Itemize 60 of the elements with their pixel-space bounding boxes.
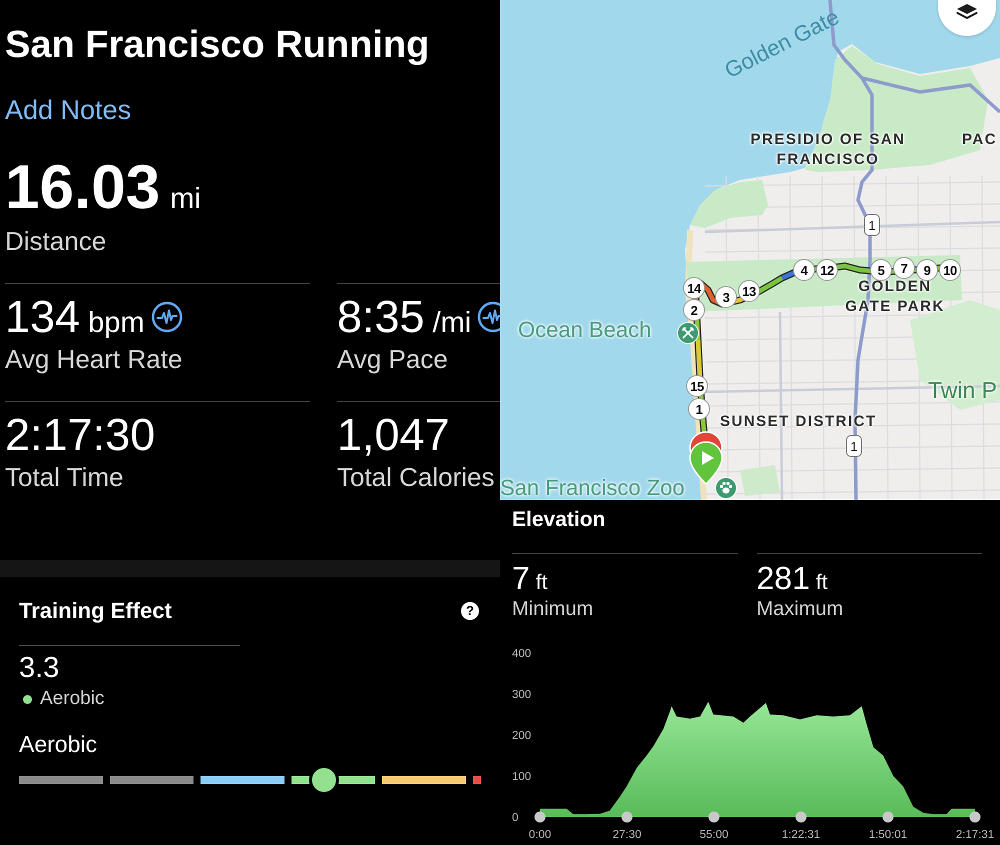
y-tick-label: 200	[512, 730, 532, 742]
x-tick-label: 55:00	[700, 829, 728, 841]
map-label: San Francisco Zoo	[500, 476, 685, 500]
stat-value: 1,047	[337, 411, 450, 459]
map-label: PRESIDIO OF SAN FRANCISCO	[749, 130, 907, 170]
park-area	[740, 465, 780, 496]
stat-value: 134	[5, 293, 80, 341]
x-tick-label: 0:00	[528, 829, 552, 841]
stat-unit: bpm	[88, 307, 145, 340]
map-label: Ocean Beach	[518, 318, 652, 342]
x-tick-dot	[708, 812, 720, 822]
waveform-icon[interactable]	[150, 301, 183, 333]
highway-shield: 1	[846, 435, 862, 457]
x-tick-dot	[970, 812, 980, 822]
stat-label: Avg Heart Rate	[5, 343, 182, 375]
crossed-tools-icon	[677, 322, 699, 344]
stat-label: Maximum	[756, 597, 844, 621]
y-tick-label: 0	[512, 812, 518, 824]
status-dot-icon	[23, 694, 32, 704]
layers-icon	[956, 3, 978, 21]
distance-unit: mi	[170, 183, 201, 216]
stat-value: 281	[756, 562, 810, 594]
x-tick-label: 27:30	[612, 829, 642, 841]
section-title: Training Effect	[19, 597, 172, 625]
stat-value: 7	[512, 562, 530, 594]
x-tick-dot	[796, 812, 807, 822]
stat-label: Total Calories	[337, 461, 495, 493]
map-label: PAC	[962, 130, 998, 150]
y-tick-label: 400	[512, 648, 532, 660]
effect-type: Aerobic	[40, 687, 104, 711]
scale-label: Aerobic	[19, 730, 97, 759]
stat-value: 2:17:30	[5, 411, 156, 459]
distance-value: 16.03	[5, 153, 160, 223]
x-tick-label: 1:50:01	[868, 829, 908, 841]
stat-unit: ft	[816, 571, 828, 595]
y-tick-label: 100	[512, 771, 532, 783]
map-label: SUNSET DISTRICT	[720, 412, 877, 432]
map-label: Twin P	[928, 376, 998, 404]
stat-unit: /mi	[432, 307, 472, 340]
stat-label: Minimum	[512, 597, 594, 621]
highway-shield: 1	[864, 214, 880, 236]
x-tick-dot	[882, 812, 894, 822]
effect-score: 3.3	[19, 651, 60, 685]
x-tick-dot	[534, 812, 546, 822]
play-pin-icon	[689, 441, 723, 485]
x-tick-label: 1:22:31	[782, 829, 820, 841]
activity-title: San Francisco Running	[5, 23, 430, 68]
x-tick-dot	[621, 812, 632, 822]
stat-unit: ft	[536, 571, 548, 595]
stat-value: 8:35	[337, 293, 425, 341]
stat-label: Total Time	[5, 461, 124, 493]
distance-label: Distance	[5, 225, 106, 257]
section-title: Elevation	[512, 507, 606, 533]
stat-label: Avg Pace	[337, 343, 448, 375]
y-tick-label: 300	[512, 689, 532, 701]
help-button[interactable]: ?	[461, 602, 479, 620]
waveform-icon[interactable]	[477, 301, 500, 333]
paw-icon	[715, 477, 737, 499]
x-tick-label: 2:17:31	[956, 829, 994, 841]
add-notes-link[interactable]: Add Notes	[5, 94, 132, 126]
